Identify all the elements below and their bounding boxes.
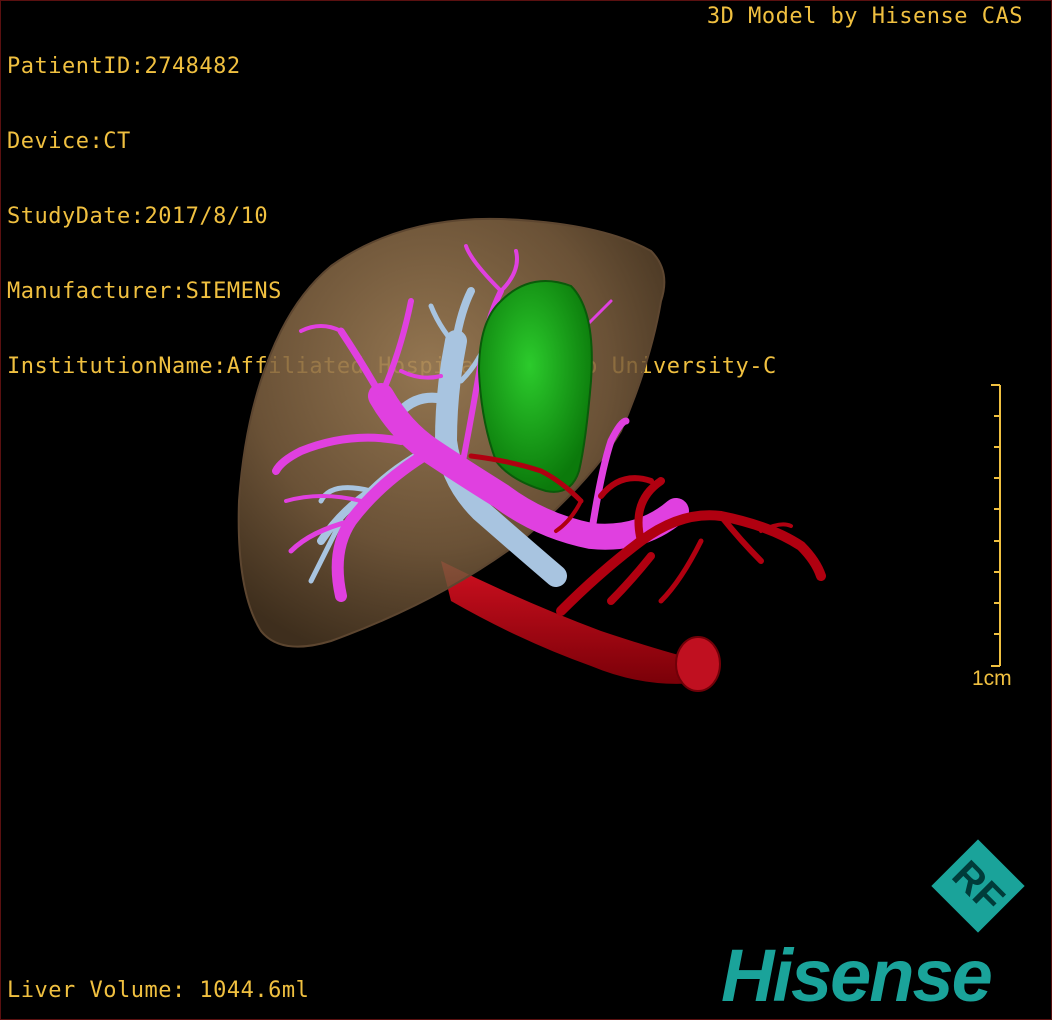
hisense-logo: Hisense (721, 934, 993, 1017)
liver-volume: Liver Volume: 1044.6ml (7, 978, 310, 1003)
3d-viewport[interactable]: PatientID:2748482 Device:CT StudyDate:20… (0, 0, 1052, 1020)
scale-bar (991, 384, 1001, 667)
scale-label: 1cm (972, 667, 1012, 690)
liver-3d-model[interactable] (1, 1, 1052, 1020)
